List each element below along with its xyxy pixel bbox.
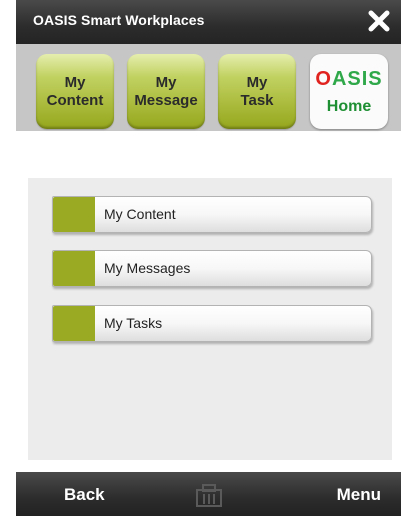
color-swatch: [53, 197, 95, 232]
list-item-my-content[interactable]: My Content: [52, 196, 372, 233]
app-title: OASIS Smart Workplaces: [33, 12, 205, 28]
close-icon[interactable]: [367, 9, 391, 33]
nav-my-content-button[interactable]: My Content: [36, 54, 114, 129]
menu-button[interactable]: Menu: [337, 485, 381, 505]
home-label: Home: [326, 98, 372, 115]
list-item-my-tasks[interactable]: My Tasks: [52, 305, 372, 342]
list-item-label: My Content: [104, 206, 176, 222]
nav-my-message-button[interactable]: My Message: [127, 54, 205, 129]
home-button[interactable]: OASIS Home: [310, 54, 388, 129]
oasis-logo: OASIS: [315, 68, 383, 90]
content-panel: My Content My Messages My Tasks: [28, 178, 392, 460]
color-swatch: [53, 251, 95, 286]
list-item-label: My Messages: [104, 260, 191, 276]
color-swatch: [53, 306, 95, 341]
list-item-my-messages[interactable]: My Messages: [52, 250, 372, 287]
list-item-label: My Tasks: [104, 315, 163, 331]
title-bar: OASIS Smart Workplaces: [16, 0, 401, 44]
bottom-bar: Back Menu: [16, 472, 401, 516]
top-nav: My Content My Message My Task OASIS Home: [16, 44, 401, 131]
nav-my-task-button[interactable]: My Task: [218, 54, 296, 129]
back-button[interactable]: Back: [64, 485, 105, 505]
building-icon: [196, 484, 222, 507]
